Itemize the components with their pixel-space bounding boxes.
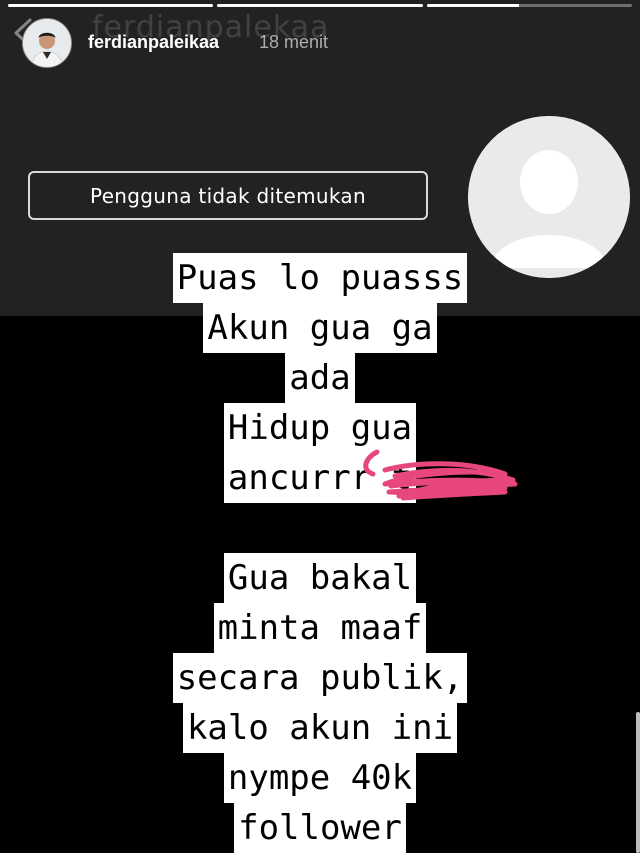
caption-line: kalo akun ini [182, 703, 458, 753]
scrollbar[interactable] [636, 712, 640, 853]
caption-line: Puas lo puasss [172, 253, 468, 303]
caption-line: follower [234, 803, 406, 853]
caption-line: secara publik, [172, 653, 468, 703]
caption-line: Gua bakal [223, 553, 417, 603]
user-not-found-text: Pengguna tidak ditemukan [90, 183, 366, 208]
scribble-drawing [363, 449, 518, 501]
story-progress-bar [8, 4, 632, 7]
caption-line: ada [285, 353, 355, 403]
story-caption-continued: Gua bakal minta maaf secara publik, kalo… [0, 553, 640, 853]
user-avatar-icon [23, 19, 71, 67]
user-not-found-banner: Pengguna tidak ditemukan [28, 171, 428, 220]
story-username[interactable]: ferdianpaleikaa [88, 32, 219, 53]
caption-line: nympe 40k [223, 753, 417, 803]
progress-segment-active [426, 4, 632, 7]
caption-line: minta maaf [213, 603, 427, 653]
caption-line: Akun gua ga [203, 303, 437, 353]
progress-segment [217, 4, 423, 7]
story-viewer: ferdianpalekaa ferdianpaleikaa 18 menit … [0, 0, 640, 853]
story-timestamp: 18 menit [259, 32, 329, 52]
avatar[interactable] [22, 18, 72, 68]
story-caption: Puas lo puasss Akun gua ga ada Hidup gua… [0, 253, 640, 503]
progress-segment [8, 4, 214, 7]
